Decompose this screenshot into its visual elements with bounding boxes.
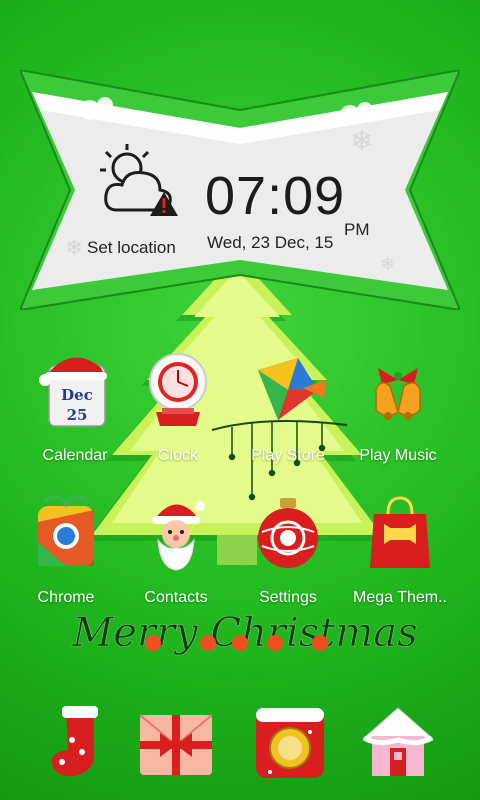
calendar-icon: Dec 25	[39, 357, 107, 427]
clock-date[interactable]: Wed, 23 Dec, 15	[207, 233, 333, 253]
app-play-music[interactable]: Play Music	[338, 350, 458, 465]
svg-text:❄: ❄	[350, 124, 373, 157]
app-mega-theme[interactable]: Mega Them..	[340, 492, 460, 607]
house-icon[interactable]	[358, 700, 438, 780]
calendar-day: 25	[67, 406, 88, 424]
app-chrome[interactable]: Chrome	[6, 492, 126, 607]
svg-text:❄: ❄	[65, 236, 83, 261]
play-store-icon	[258, 358, 326, 420]
app-calendar[interactable]: Dec 25 Calendar	[15, 350, 135, 465]
clock-time[interactable]: 07:09	[205, 165, 345, 227]
calendar-month: Dec	[61, 386, 93, 404]
gift-envelope-icon[interactable]	[136, 705, 216, 785]
app-label: Calendar	[42, 447, 108, 464]
app-label: Clock	[157, 447, 198, 464]
gift-bag-icon	[370, 496, 430, 568]
ornament-icon	[258, 498, 318, 568]
chrome-icon	[38, 494, 94, 566]
app-contacts[interactable]: Contacts	[116, 492, 236, 607]
app-settings[interactable]: Settings	[228, 492, 348, 607]
stocking-icon[interactable]	[38, 700, 118, 780]
clock-ampm: PM	[344, 220, 370, 239]
app-label: Play Store	[251, 447, 325, 464]
svg-text:❄: ❄	[380, 254, 395, 275]
bells-icon	[375, 368, 421, 420]
merry-christmas-greeting: Merry Christmas	[71, 610, 418, 657]
weather-cloud-sun-icon[interactable]	[92, 140, 192, 220]
app-label: Play Music	[359, 447, 437, 464]
app-clock[interactable]: Clock	[118, 350, 238, 465]
app-play-store[interactable]: Play Store	[228, 350, 348, 465]
camera-icon[interactable]	[250, 702, 330, 782]
snowglobe-clock-icon	[149, 353, 207, 426]
set-location-label[interactable]: Set location	[87, 238, 176, 258]
santa-icon	[152, 501, 205, 571]
